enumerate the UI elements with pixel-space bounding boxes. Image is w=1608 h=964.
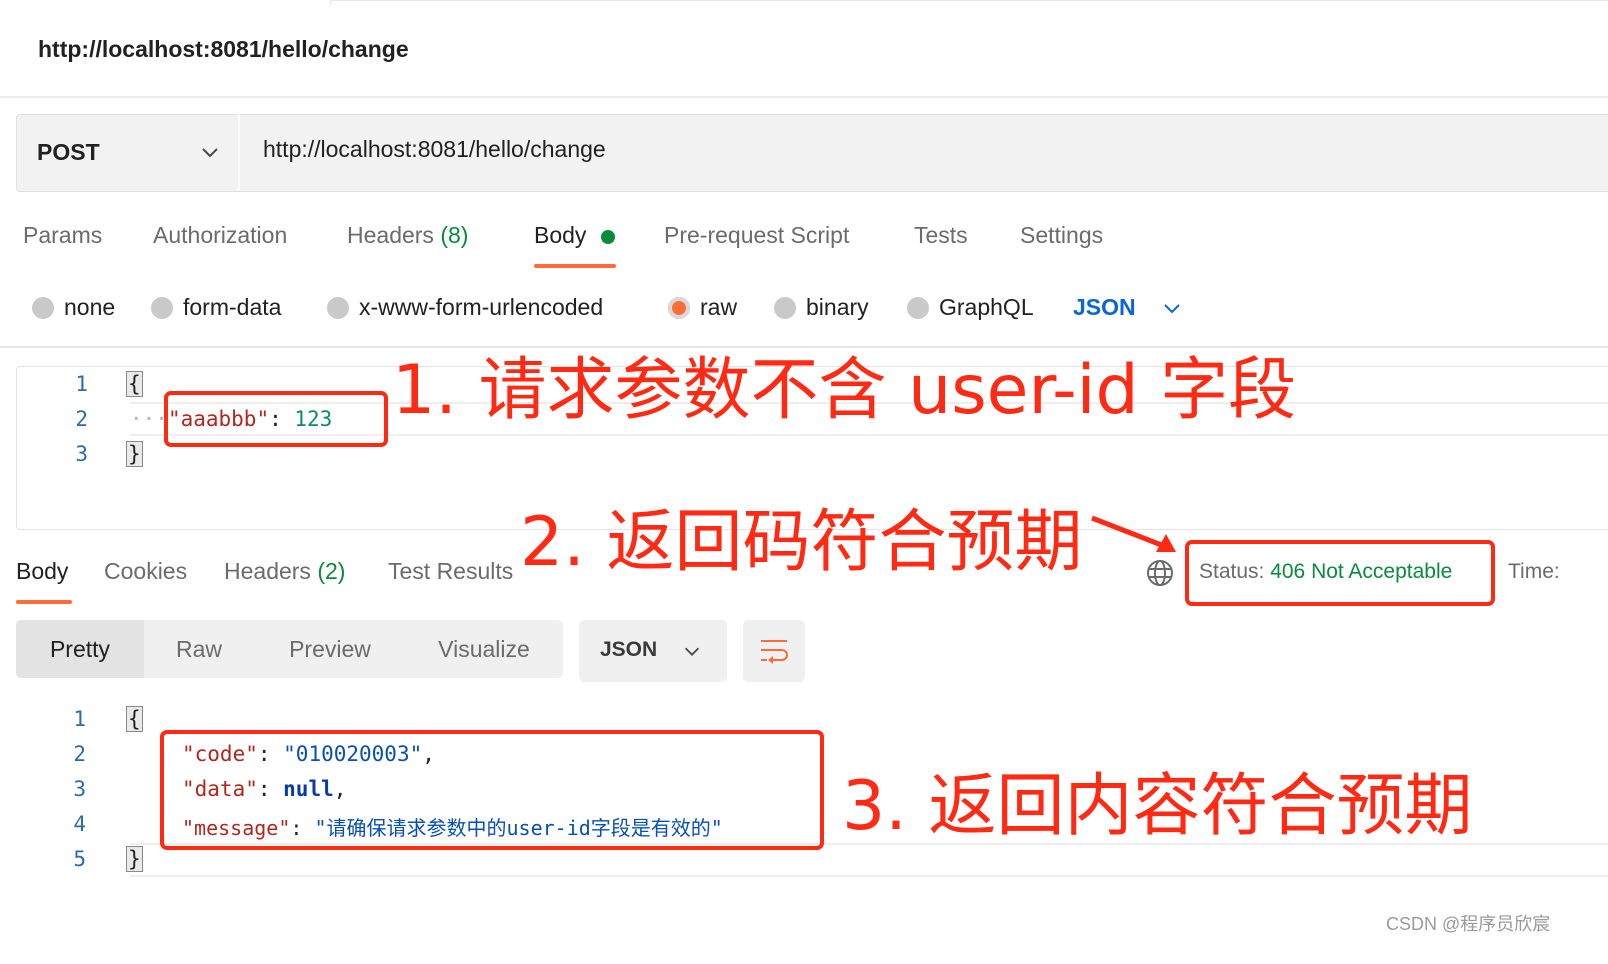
tab-tests[interactable]: Tests: [914, 222, 968, 249]
tab-body[interactable]: Body: [534, 222, 586, 249]
view-preview[interactable]: Preview: [262, 620, 398, 678]
response-line-5: }: [126, 846, 143, 872]
annotation-2: 2. 返回码符合预期: [520, 503, 1083, 582]
radio-binary-label[interactable]: binary: [806, 294, 869, 321]
close-brace: }: [126, 441, 143, 467]
close-brace: }: [126, 846, 143, 872]
divider: [0, 96, 1608, 98]
response-tab-headers-count: (2): [317, 558, 346, 584]
response-tab-body[interactable]: Body: [16, 558, 68, 585]
line-number: 1: [75, 372, 88, 396]
tab-settings[interactable]: Settings: [1020, 222, 1103, 249]
radio-graphql-label[interactable]: GraphQL: [939, 294, 1034, 321]
code-line-3: }: [126, 441, 143, 467]
radio-none[interactable]: [32, 297, 54, 319]
request-title: http://localhost:8081/hello/change: [38, 36, 409, 62]
line-number: 5: [73, 847, 86, 871]
radio-raw[interactable]: [668, 297, 690, 319]
url-bar: [16, 114, 1608, 192]
open-brace: {: [126, 371, 143, 397]
line-number: 1: [73, 707, 86, 731]
radio-form-data[interactable]: [151, 297, 173, 319]
view-visualize[interactable]: Visualize: [414, 620, 554, 678]
tab-prerequest-script[interactable]: Pre-request Script: [664, 222, 849, 249]
watermark: CSDN @程序员欣宸: [1386, 914, 1551, 934]
highlight-box-request: [164, 391, 388, 447]
body-format-select[interactable]: JSON: [1073, 294, 1136, 321]
arrow-icon: [1091, 515, 1176, 552]
line-number: 3: [73, 777, 86, 801]
radio-graphql[interactable]: [907, 297, 929, 319]
tab-headers-count: (8): [440, 222, 469, 248]
open-brace: {: [126, 706, 143, 732]
line-number: 2: [75, 407, 88, 431]
line-number: 3: [75, 442, 88, 466]
chevron-down-icon[interactable]: [198, 140, 222, 164]
tab-params[interactable]: Params: [23, 222, 102, 249]
tab-headers[interactable]: Headers (8): [347, 222, 468, 249]
line-number: 2: [73, 742, 86, 766]
response-line-1: {: [126, 706, 143, 732]
response-tab-cookies[interactable]: Cookies: [104, 558, 187, 585]
radio-form-data-label[interactable]: form-data: [183, 294, 281, 321]
active-tab-underline: [16, 600, 72, 604]
code-line-1: {: [126, 371, 143, 397]
tab-strip-edge: [330, 0, 1608, 5]
view-pretty[interactable]: Pretty: [16, 620, 144, 678]
radio-urlencoded-label[interactable]: x-www-form-urlencoded: [359, 294, 603, 321]
tab-headers-label: Headers: [347, 222, 434, 248]
highlight-box-response: [160, 730, 824, 850]
response-tab-headers-label: Headers: [224, 558, 311, 584]
annotation-3: 3. 返回内容符合预期: [842, 767, 1473, 846]
response-tab-headers[interactable]: Headers (2): [224, 558, 345, 585]
body-indicator-dot: [601, 230, 615, 244]
wrap-lines-icon: [761, 640, 788, 664]
method-label: POST: [37, 138, 100, 165]
radio-binary[interactable]: [774, 297, 796, 319]
annotation-1: 1. 请求参数不含 user-id 字段: [392, 351, 1297, 430]
line-number: 4: [73, 812, 86, 836]
highlight-box-status: [1185, 540, 1495, 606]
radio-urlencoded[interactable]: [327, 297, 349, 319]
radio-none-label[interactable]: none: [64, 294, 115, 321]
radio-raw-label[interactable]: raw: [700, 294, 737, 321]
globe-icon[interactable]: [1146, 559, 1174, 587]
chevron-down-icon[interactable]: [1160, 296, 1184, 320]
tab-authorization[interactable]: Authorization: [153, 222, 287, 249]
active-tab-underline: [534, 264, 616, 268]
response-format-label: JSON: [600, 638, 658, 661]
time-label[interactable]: Time:: [1508, 560, 1560, 584]
response-tab-test-results[interactable]: Test Results: [388, 558, 513, 585]
chevron-down-icon[interactable]: [681, 640, 703, 662]
url-input[interactable]: http://localhost:8081/hello/change: [263, 136, 606, 163]
view-raw[interactable]: Raw: [150, 620, 248, 678]
